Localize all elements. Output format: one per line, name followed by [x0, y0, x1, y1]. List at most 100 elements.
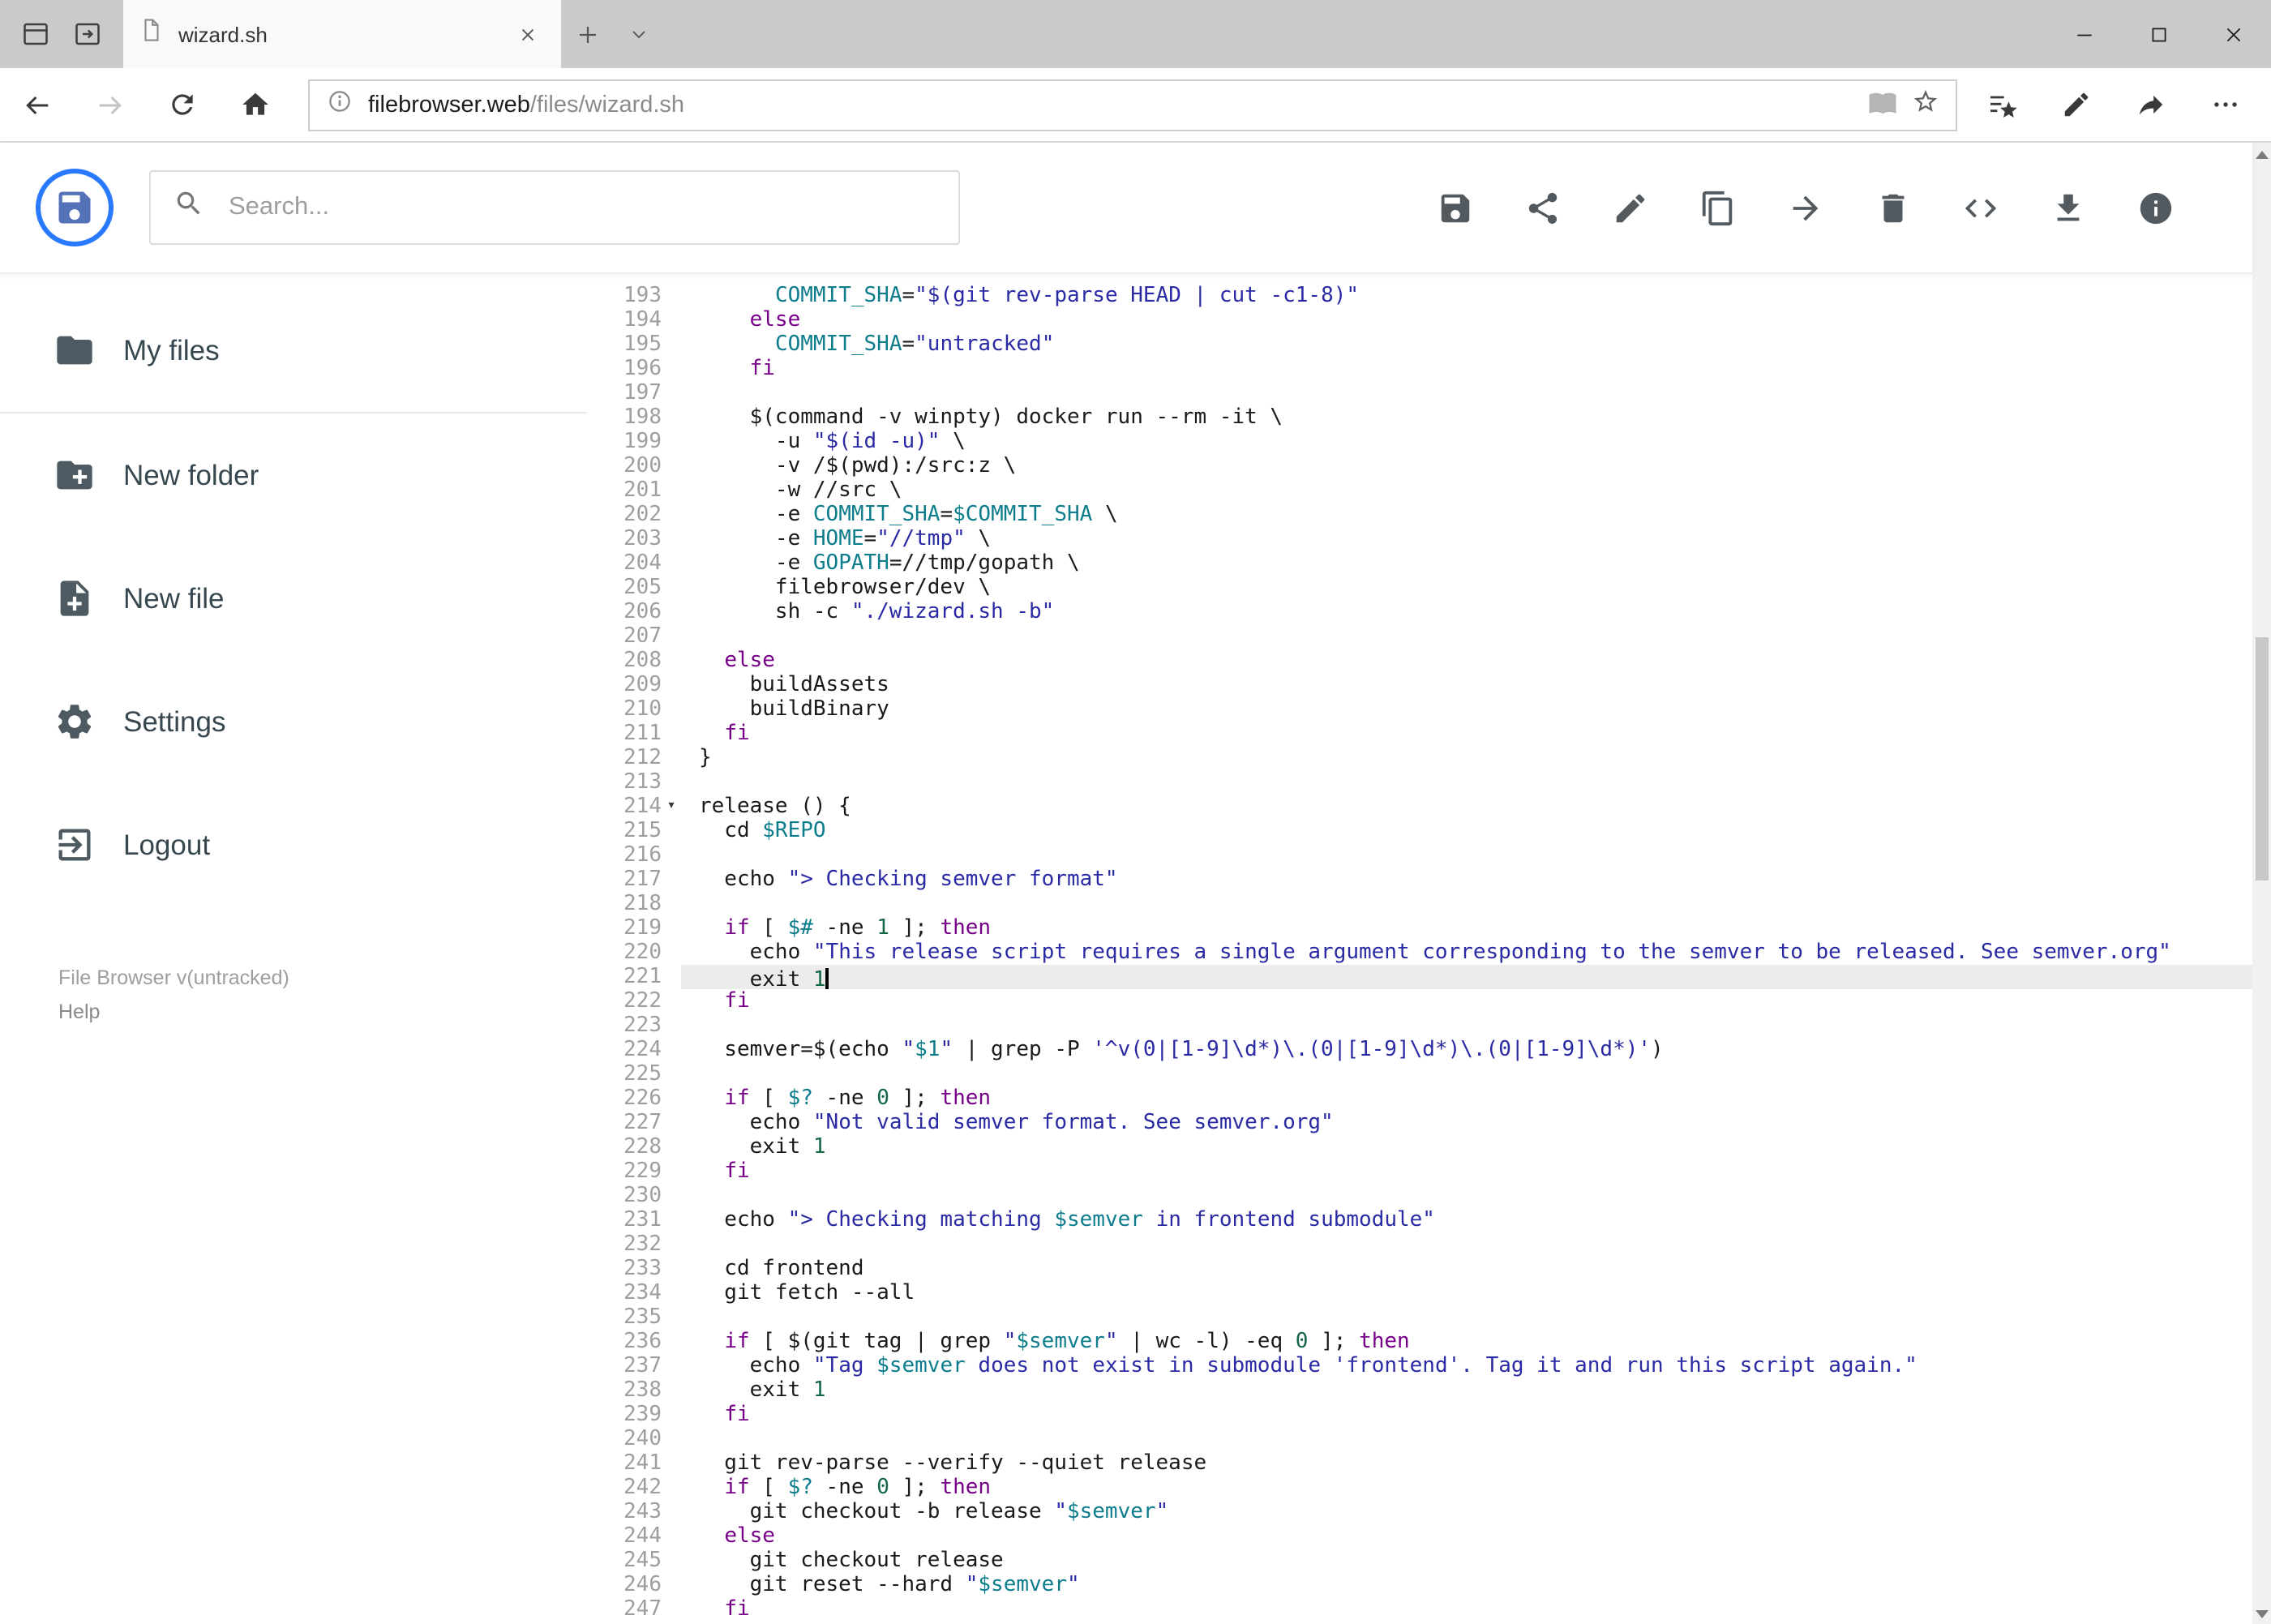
share-icon[interactable]	[1523, 189, 1561, 226]
favorites-hub-icon[interactable]	[1973, 72, 2031, 137]
code-line[interactable]: 247 fi	[587, 1597, 2252, 1622]
more-menu-icon[interactable]	[2196, 72, 2255, 137]
close-button[interactable]	[2196, 0, 2271, 68]
code-line[interactable]: 229 fi	[587, 1159, 2252, 1184]
reading-view-icon[interactable]	[1867, 87, 1896, 122]
code-line[interactable]: 231 echo "> Checking matching $semver in…	[587, 1208, 2252, 1232]
code-line[interactable]: 236 if [ $(git tag | grep "$semver" | wc…	[587, 1330, 2252, 1354]
code-line[interactable]: 235	[587, 1305, 2252, 1330]
code-editor[interactable]: 193 COMMIT_SHA="$(git rev-parse HEAD | c…	[587, 272, 2252, 1624]
address-bar[interactable]: filebrowser.web/files/wizard.sh	[308, 79, 1956, 131]
code-line[interactable]: 221 exit 1	[587, 965, 2252, 992]
code-line[interactable]: 211 fi	[587, 722, 2252, 746]
code-line[interactable]: 223	[587, 1013, 2252, 1038]
move-arrow-icon[interactable]	[1786, 189, 1823, 226]
code-line[interactable]: 240	[587, 1427, 2252, 1451]
new-tab-button[interactable]	[561, 0, 613, 68]
code-line[interactable]: 245 git checkout release	[587, 1549, 2252, 1573]
code-line[interactable]: 224 semver=$(echo "$1" | grep -P '^v(0|[…	[587, 1038, 2252, 1062]
code-line[interactable]: 227 echo "Not valid semver format. See s…	[587, 1111, 2252, 1135]
code-line[interactable]: 222 fi	[587, 989, 2252, 1013]
code-line[interactable]: 218	[587, 892, 2252, 916]
code-line[interactable]: 232	[587, 1232, 2252, 1257]
code-line[interactable]: 242 if [ $? -ne 0 ]; then	[587, 1476, 2252, 1500]
code-line[interactable]: 230	[587, 1184, 2252, 1208]
code-view-icon[interactable]	[1961, 189, 1999, 226]
copy-icon[interactable]	[1699, 189, 1736, 226]
tab-close-icon[interactable]	[509, 0, 545, 68]
forward-icon[interactable]	[73, 68, 146, 141]
save-icon[interactable]	[1436, 189, 1473, 226]
info-icon[interactable]	[2136, 189, 2174, 226]
scrollbar-thumb[interactable]	[2255, 637, 2268, 881]
code-line[interactable]: 215 cd $REPO	[587, 819, 2252, 843]
code-line[interactable]: 203 -e HOME="//tmp" \	[587, 527, 2252, 551]
filebrowser-logo[interactable]	[36, 169, 114, 246]
sidebar-item-new-file[interactable]: New file	[0, 537, 587, 660]
sidebar-item-settings[interactable]: Settings	[0, 660, 587, 783]
sidebar-item-new-folder[interactable]: New folder	[0, 413, 587, 537]
code-line[interactable]: 217 echo "> Checking semver format"	[587, 868, 2252, 892]
delete-trash-icon[interactable]	[1874, 189, 1911, 226]
help-link[interactable]: Help	[58, 995, 587, 1028]
code-line[interactable]: 228 exit 1	[587, 1135, 2252, 1159]
home-icon[interactable]	[219, 68, 292, 141]
favorite-star-icon[interactable]	[1911, 88, 1939, 122]
download-icon[interactable]	[2049, 189, 2086, 226]
minimize-button[interactable]	[2047, 0, 2122, 68]
code-line[interactable]: 208 else	[587, 649, 2252, 673]
search-box[interactable]	[149, 170, 960, 245]
sidebar-item-logout[interactable]: Logout	[0, 783, 587, 906]
code-line[interactable]: 212}	[587, 746, 2252, 770]
code-line[interactable]: 201 -w //src \	[587, 478, 2252, 503]
code-line[interactable]: 219 if [ $# -ne 1 ]; then	[587, 916, 2252, 941]
code-line[interactable]: 216	[587, 843, 2252, 868]
code-line[interactable]: 244 else	[587, 1524, 2252, 1549]
code-line[interactable]: 207	[587, 624, 2252, 649]
site-info-icon[interactable]	[326, 88, 354, 122]
code-line[interactable]: 234 git fetch --all	[587, 1281, 2252, 1305]
code-line[interactable]: 213	[587, 770, 2252, 795]
code-line[interactable]: 226 if [ $? -ne 0 ]; then	[587, 1086, 2252, 1111]
code-line[interactable]: 200 -v /$(pwd):/src:z \	[587, 454, 2252, 478]
code-line[interactable]: 204 -e GOPATH=//tmp/gopath \	[587, 551, 2252, 576]
code-line[interactable]: 195 COMMIT_SHA="untracked"	[587, 332, 2252, 357]
code-line[interactable]: 196 fi	[587, 357, 2252, 381]
back-icon[interactable]	[0, 68, 73, 141]
code-line[interactable]: 225	[587, 1062, 2252, 1086]
code-line[interactable]: 193 COMMIT_SHA="$(git rev-parse HEAD | c…	[587, 284, 2252, 308]
code-line[interactable]: 246 git reset --hard "$semver"	[587, 1573, 2252, 1597]
code-line[interactable]: 238 exit 1	[587, 1378, 2252, 1403]
code-line[interactable]: 199 -u "$(id -u)" \	[587, 430, 2252, 454]
tabs-youve-set-aside-icon[interactable]	[15, 0, 57, 68]
code-line[interactable]: 214 ▾ release () {	[587, 795, 2252, 819]
code-line[interactable]: 202 -e COMMIT_SHA=$COMMIT_SHA \	[587, 503, 2252, 527]
code-line[interactable]: 243 git checkout -b release "$semver"	[587, 1500, 2252, 1524]
url-host: filebrowser.web	[368, 92, 530, 118]
search-input[interactable]	[225, 191, 936, 224]
code-line[interactable]: 205 filebrowser/dev \	[587, 576, 2252, 600]
code-line[interactable]: 237 echo "Tag $semver does not exist in …	[587, 1354, 2252, 1378]
code-line[interactable]: 209 buildAssets	[587, 673, 2252, 697]
set-tabs-aside-icon[interactable]	[66, 0, 109, 68]
refresh-icon[interactable]	[146, 68, 219, 141]
scroll-up-arrow-icon[interactable]	[2252, 143, 2271, 165]
code-line[interactable]: 206 sh -c "./wizard.sh -b"	[587, 600, 2252, 624]
rename-pencil-icon[interactable]	[1611, 189, 1648, 226]
code-line[interactable]: 233 cd frontend	[587, 1257, 2252, 1281]
code-line[interactable]: 197	[587, 381, 2252, 405]
code-line[interactable]: 198 $(command -v winpty) docker run --rm…	[587, 405, 2252, 430]
tab-list-chevron-icon[interactable]	[613, 0, 665, 68]
sidebar-item-my-files[interactable]: My files	[0, 289, 587, 412]
page-scrollbar[interactable]	[2252, 143, 2271, 1624]
code-line[interactable]: 194 else	[587, 308, 2252, 332]
code-line[interactable]: 210 buildBinary	[587, 697, 2252, 722]
code-line[interactable]: 241 git rev-parse --verify --quiet relea…	[587, 1451, 2252, 1476]
browser-tab[interactable]: wizard.sh	[123, 0, 561, 68]
web-note-pen-icon[interactable]	[2047, 72, 2106, 137]
share-page-icon[interactable]	[2122, 72, 2180, 137]
code-line[interactable]: 220 echo "This release script requires a…	[587, 941, 2252, 965]
scroll-down-arrow-icon[interactable]	[2252, 1601, 2271, 1624]
maximize-button[interactable]	[2122, 0, 2196, 68]
code-line[interactable]: 239 fi	[587, 1403, 2252, 1427]
